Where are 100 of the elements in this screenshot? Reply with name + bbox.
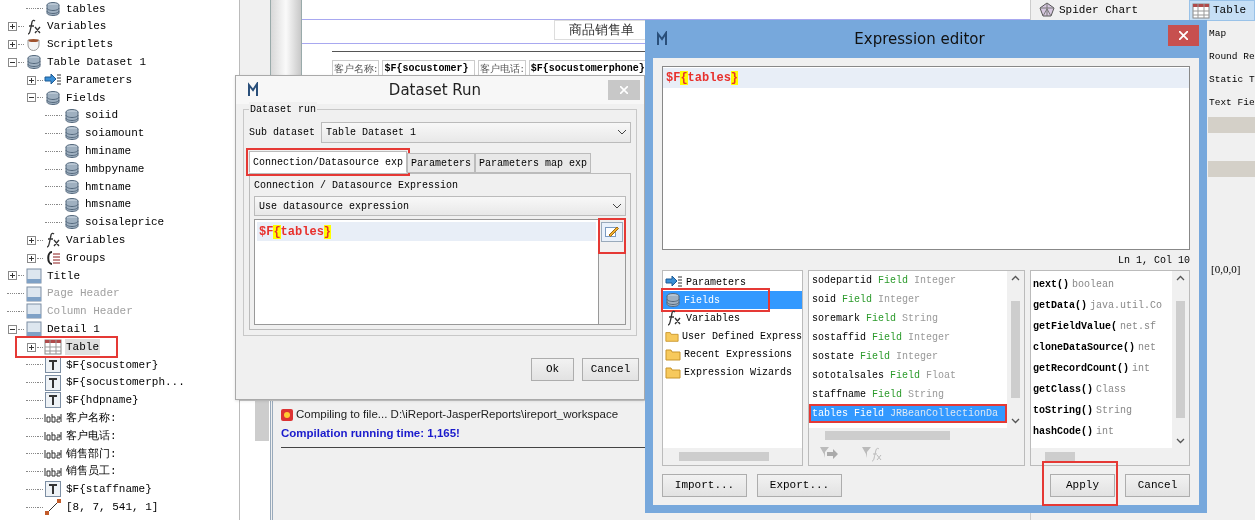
tree-item[interactable]: hmsname: [84, 196, 133, 213]
tree-item[interactable]: hminame: [84, 143, 133, 160]
field-label: Sub dataset: [249, 126, 315, 140]
expand-icon[interactable]: [26, 342, 36, 352]
category-item[interactable]: Parameters: [663, 273, 802, 291]
tree-item[interactable]: Variables: [46, 18, 108, 35]
tree-item[interactable]: Scriptlets: [46, 36, 114, 53]
tree-item[interactable]: hmtname: [84, 178, 133, 196]
method-item[interactable]: getRecordCount() int: [1031, 358, 1172, 379]
spider-chart-icon: [1039, 2, 1055, 18]
field-item[interactable]: staffname Field String: [809, 385, 1007, 404]
database-icon: [64, 107, 80, 124]
tree-item[interactable]: 销售员工:: [65, 463, 118, 480]
expression-text: $F{tables}: [259, 223, 332, 241]
field-item[interactable]: soid Field Integer: [809, 290, 1007, 309]
expression-input[interactable]: $F{tables}: [662, 66, 1190, 250]
palette-item[interactable]: Text Fie: [1208, 92, 1255, 115]
label-icon: [44, 466, 62, 477]
collapse-icon[interactable]: [7, 57, 17, 67]
label-icon: [44, 431, 62, 441]
field-item[interactable]: sototalsales Field Float: [809, 366, 1007, 385]
tree-item[interactable]: soiid: [84, 107, 119, 124]
tree-item[interactable]: Fields: [65, 89, 107, 107]
database-icon: [45, 0, 61, 17]
expression-text: $F{tables}: [666, 70, 739, 87]
edit-expression-button[interactable]: [601, 222, 623, 242]
tree-item[interactable]: Table Dataset 1: [46, 54, 148, 71]
method-item[interactable]: getClass() Class: [1031, 379, 1172, 400]
tree-item[interactable]: $F{staffname}: [65, 481, 153, 498]
tree-item[interactable]: $F{socustomerph...: [65, 374, 186, 391]
dialog-button[interactable]: Cancel: [1125, 474, 1190, 497]
database-icon: [64, 178, 80, 195]
expression-mode-dropdown[interactable]: Use datasource expression: [254, 196, 626, 216]
collapse-icon[interactable]: [26, 93, 36, 103]
expand-icon[interactable]: [7, 22, 17, 32]
category-item[interactable]: Recent Expressions: [663, 345, 802, 363]
compile-icon: [281, 408, 293, 421]
collapse-icon[interactable]: [7, 324, 17, 334]
tab[interactable]: Parameters: [407, 153, 476, 173]
method-item[interactable]: getFieldValue( net.sf: [1031, 316, 1172, 337]
category-item[interactable]: User Defined Express: [663, 327, 802, 345]
palette-item[interactable]: Table: [1189, 0, 1255, 21]
dialog-button[interactable]: Import...: [662, 474, 747, 497]
folder-icon: [665, 347, 681, 361]
scroll-down-icon[interactable]: [1011, 418, 1020, 424]
category-item[interactable]: Expression Wizards: [663, 363, 802, 381]
method-item[interactable]: next() boolean: [1031, 274, 1172, 295]
dialog-title: Dataset Run: [387, 79, 483, 101]
scroll-down-icon[interactable]: [1176, 438, 1185, 444]
dialog-button[interactable]: Ok: [531, 358, 574, 381]
expand-icon[interactable]: [26, 253, 36, 263]
field-item[interactable]: soremark Field String: [809, 309, 1007, 328]
field-item[interactable]: sodepartid Field Integer: [809, 271, 1007, 290]
method-item[interactable]: cloneDataSource() net: [1031, 337, 1172, 358]
palette-item[interactable]: Round Re: [1208, 46, 1255, 69]
tree-item[interactable]: Variables: [65, 232, 127, 249]
tree-item[interactable]: $F{socustomer}: [65, 356, 160, 374]
sub-dataset-dropdown[interactable]: Table Dataset 1: [321, 122, 631, 143]
tree-item[interactable]: Detail 1: [46, 321, 101, 338]
method-item[interactable]: getData() java.util.Co: [1031, 295, 1172, 316]
band-icon: [26, 285, 42, 302]
palette-item[interactable]: Map: [1208, 23, 1255, 46]
scroll-up-icon[interactable]: [1176, 275, 1185, 281]
tree-item[interactable]: soiamount: [84, 125, 146, 142]
tree-item[interactable]: 客户名称:: [65, 409, 118, 427]
method-item[interactable]: hashCode() int: [1031, 421, 1172, 442]
vertical-scrollbar[interactable]: [240, 401, 270, 520]
groups-icon: [45, 250, 61, 267]
vertical-scrollbar[interactable]: [1172, 271, 1189, 448]
tree-item[interactable]: Title: [46, 267, 81, 285]
tree-item[interactable]: Groups: [65, 249, 107, 267]
tree-item[interactable]: $F{hdpname}: [65, 392, 140, 409]
tab[interactable]: Connection/Datasource exp: [249, 151, 408, 173]
tree-item[interactable]: 客户电话:: [65, 427, 118, 445]
expand-icon[interactable]: [7, 40, 17, 49]
tree-item[interactable]: Table: [65, 338, 100, 356]
expand-icon[interactable]: [26, 235, 36, 245]
close-button[interactable]: [1168, 25, 1199, 46]
scroll-up-icon[interactable]: [1011, 275, 1020, 281]
tree-item[interactable]: tables: [65, 0, 107, 18]
horizontal-scrollbar[interactable]: [663, 448, 802, 465]
dialog-button[interactable]: Apply: [1050, 474, 1115, 497]
tab[interactable]: Parameters map exp: [475, 153, 592, 173]
expand-icon[interactable]: [26, 75, 36, 85]
expand-icon[interactable]: [7, 271, 17, 281]
tree-item[interactable]: [8, 7, 541, 1]: [65, 498, 160, 516]
vertical-scrollbar[interactable]: [1007, 271, 1024, 428]
tree-item[interactable]: 销售部门:: [65, 445, 118, 463]
dialog-button[interactable]: Export...: [757, 474, 842, 497]
dialog-button[interactable]: Cancel: [582, 358, 639, 381]
expression-input[interactable]: $F{tables}: [255, 220, 599, 324]
tree-item[interactable]: soisaleprice: [84, 214, 166, 231]
palette-item[interactable]: Spider Chart: [1031, 0, 1189, 20]
method-item[interactable]: toString() String: [1031, 400, 1172, 421]
tree-item[interactable]: Parameters: [65, 71, 133, 89]
palette-item[interactable]: Static T: [1208, 69, 1255, 92]
category-item[interactable]: Variables: [663, 309, 802, 327]
field-item[interactable]: sostaffid Field Integer: [809, 328, 1007, 347]
field-item[interactable]: sostate Field Integer: [809, 347, 1007, 366]
tree-item[interactable]: hmbpyname: [84, 160, 146, 178]
